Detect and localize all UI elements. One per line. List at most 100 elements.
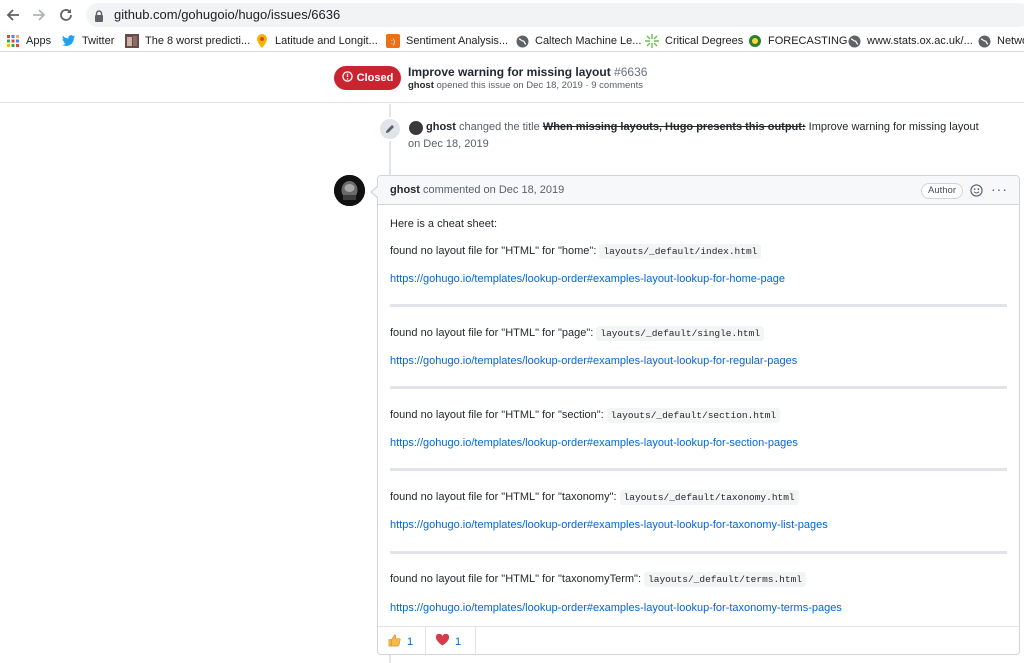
url-text: github.com/gohugoio/hugo/issues/6636 <box>114 7 341 22</box>
spark-icon <box>645 34 659 48</box>
apps-grid-icon <box>6 34 20 48</box>
bookmark-label: Netwo <box>997 35 1024 47</box>
comment-date-link[interactable]: commented on Dec 18, 2019 <box>423 184 564 196</box>
issue-state-badge: Closed <box>334 66 401 90</box>
reload-icon[interactable] <box>56 5 76 25</box>
svg-text::): :) <box>391 39 395 46</box>
browser-toolbar: github.com/gohugoio/hugo/issues/6636 <box>0 0 1024 30</box>
forecasting-icon <box>748 34 762 48</box>
issue-title-text: Improve warning for missing layout <box>408 65 611 79</box>
layout-path-code: layouts/_default/taxonomy.html <box>619 490 799 505</box>
bookmark-worst-predictions[interactable]: The 8 worst predicti... <box>125 33 250 49</box>
more-options-icon[interactable]: ··· <box>991 181 1008 197</box>
twitter-icon <box>62 34 76 48</box>
layout-path-code: layouts/_default/section.html <box>606 408 781 423</box>
title-change-event: ghost changed the title When missing lay… <box>426 121 979 133</box>
event-action: changed the title <box>459 121 540 133</box>
article-icon <box>125 34 139 48</box>
add-reaction-smiley-icon[interactable] <box>970 184 983 202</box>
bookmark-label: Apps <box>26 35 52 47</box>
comment-box: ghost commented on Dec 18, 2019 Author ·… <box>370 175 1020 656</box>
divider <box>390 386 1007 389</box>
reaction-count: 1 <box>407 635 414 648</box>
lookup-order-link[interactable]: https://gohugo.io/templates/lookup-order… <box>390 273 785 285</box>
bookmark-sentiment-analysis[interactable]: :) Sentiment Analysis... <box>386 33 508 49</box>
issue-meta-text: opened this issue on Dec 18, 2019 · 9 co… <box>436 80 643 91</box>
issue-meta: ghost opened this issue on Dec 18, 2019 … <box>408 80 643 91</box>
lookup-order-link[interactable]: https://gohugo.io/templates/lookup-order… <box>390 519 828 531</box>
bookmark-latitude-longitude[interactable]: Latitude and Longit... <box>255 33 378 49</box>
bookmark-label: The 8 worst predicti... <box>145 35 251 47</box>
comment-author-line: ghost commented on Dec 18, 2019 <box>390 184 564 196</box>
comment-intro: Here is a cheat sheet: <box>390 218 498 230</box>
warning-text: found no layout file for "HTML" for "tax… <box>390 573 645 585</box>
globe-icon <box>515 34 529 48</box>
globe-icon <box>847 34 861 48</box>
bookmark-critical-degrees[interactable]: Critical Degrees <box>645 33 743 49</box>
lookup-order-link[interactable]: https://gohugo.io/templates/lookup-order… <box>390 437 798 449</box>
comment-author-link[interactable]: ghost <box>390 184 420 196</box>
issue-title: Improve warning for missing layout #6636 <box>408 65 647 79</box>
layout-warning-line: found no layout file for "HTML" for "tax… <box>390 572 806 587</box>
old-title: When missing layouts, Hugo presents this… <box>542 121 806 133</box>
globe-icon <box>977 34 991 48</box>
issue-number: #6636 <box>614 65 648 79</box>
issue-author-link[interactable]: ghost <box>408 80 434 91</box>
divider <box>390 304 1007 307</box>
divider <box>390 551 1007 554</box>
timeline-line <box>389 655 391 663</box>
thumbs-up-icon <box>388 634 401 650</box>
lookup-order-link[interactable]: https://gohugo.io/templates/lookup-order… <box>390 355 797 367</box>
pencil-icon <box>378 117 402 141</box>
doc-link-row: https://gohugo.io/templates/lookup-order… <box>390 273 785 285</box>
comment-header: ghost commented on Dec 18, 2019 Author ·… <box>378 176 1019 205</box>
warning-text: found no layout file for "HTML" for "sec… <box>390 409 607 421</box>
lookup-order-link[interactable]: https://gohugo.io/templates/lookup-order… <box>390 602 842 614</box>
reaction-count: 1 <box>455 635 462 648</box>
bookmark-caltech[interactable]: Caltech Machine Le... <box>515 33 641 49</box>
event-date[interactable]: on Dec 18, 2019 <box>408 138 489 150</box>
divider <box>390 468 1007 471</box>
bookmark-network[interactable]: Netwo <box>977 33 1024 49</box>
layout-warning-line: found no layout file for "HTML" for "tax… <box>390 490 799 505</box>
warning-text: found no layout file for "HTML" for "tax… <box>390 491 620 503</box>
reaction-heart[interactable]: 1 <box>426 627 476 656</box>
doc-link-row: https://gohugo.io/templates/lookup-order… <box>390 355 797 367</box>
doc-link-row: https://gohugo.io/templates/lookup-order… <box>390 437 798 449</box>
bookmark-label: Caltech Machine Le... <box>535 35 642 47</box>
warning-text: found no layout file for "HTML" for "hom… <box>390 245 600 257</box>
layout-warning-line: found no layout file for "HTML" for "hom… <box>390 244 762 259</box>
bookmarks-bar: Apps Twitter The 8 worst predicti... Lat… <box>0 30 1024 52</box>
forward-arrow-icon[interactable] <box>29 5 49 25</box>
lock-icon <box>94 9 104 27</box>
warning-text: found no layout file for "HTML" for "pag… <box>390 327 597 339</box>
issue-state-label: Closed <box>356 72 394 84</box>
event-user-link[interactable]: ghost <box>426 121 456 133</box>
map-pin-icon <box>255 34 269 48</box>
bookmark-label: www.stats.ox.ac.uk/... <box>867 35 973 47</box>
bookmark-forecasting[interactable]: FORECASTING <box>748 33 847 49</box>
layout-path-code: layouts/_default/index.html <box>599 244 762 259</box>
bookmark-stats-ox[interactable]: www.stats.ox.ac.uk/... <box>847 33 973 49</box>
reaction-thumbs-up[interactable]: 1 <box>378 627 426 656</box>
heart-icon <box>435 633 450 649</box>
doc-link-row: https://gohugo.io/templates/lookup-order… <box>390 602 842 614</box>
bookmark-twitter[interactable]: Twitter <box>62 33 114 49</box>
avatar[interactable] <box>409 121 423 135</box>
layout-warning-line: found no layout file for "HTML" for "sec… <box>390 408 781 423</box>
address-bar[interactable]: github.com/gohugoio/hugo/issues/6636 <box>86 3 1024 27</box>
bookmark-label: Sentiment Analysis... <box>406 35 509 47</box>
issue-closed-icon <box>341 71 353 85</box>
bookmark-label: Latitude and Longit... <box>275 35 378 47</box>
author-badge: Author <box>921 183 963 199</box>
reactions-bar: 1 1 <box>378 626 1019 656</box>
back-arrow-icon[interactable] <box>3 5 23 25</box>
bookmark-label: FORECASTING <box>768 35 848 47</box>
new-title: Improve warning for missing layout <box>808 121 979 133</box>
sentiment-icon: :) <box>386 34 400 48</box>
bookmark-label: Twitter <box>82 35 115 47</box>
bookmark-apps[interactable]: Apps <box>6 33 51 49</box>
layout-path-code: layouts/_default/terms.html <box>644 572 806 587</box>
layout-path-code: layouts/_default/single.html <box>596 326 765 341</box>
avatar[interactable] <box>334 175 365 206</box>
